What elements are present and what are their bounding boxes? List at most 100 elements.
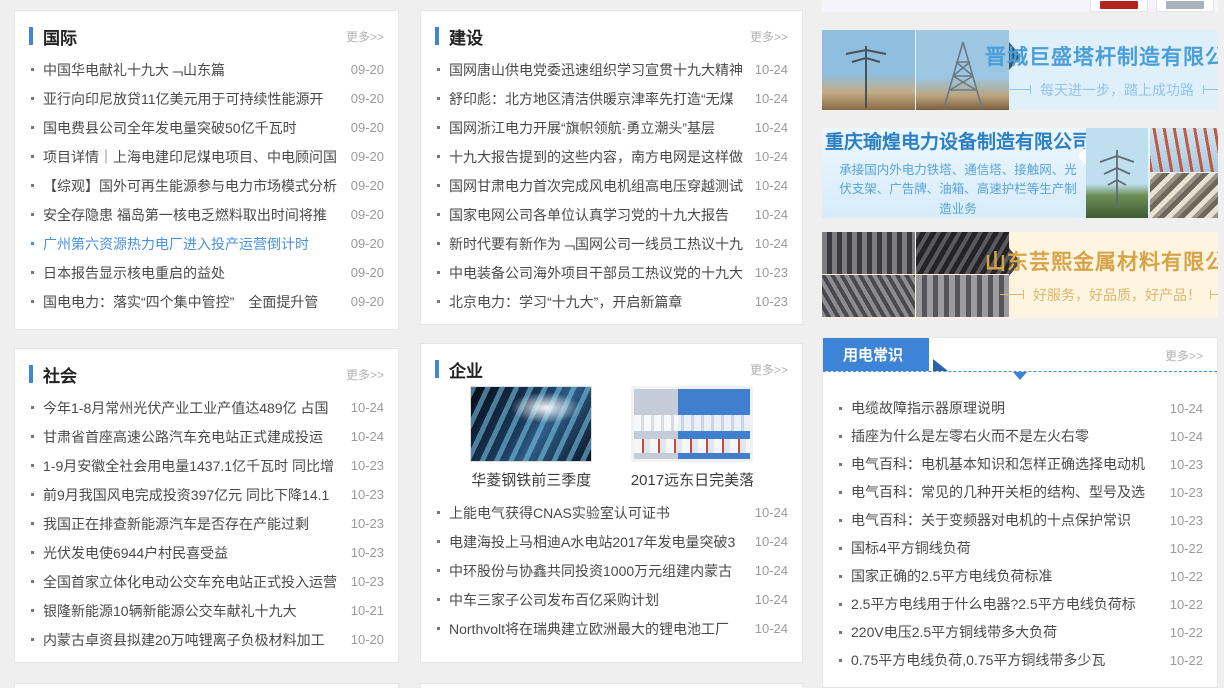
news-item[interactable]: 北京电力：学习“十九大”，开启新篇章10-23 (437, 287, 788, 316)
news-thumbnail-steel (470, 386, 592, 462)
bullet-icon (437, 213, 440, 216)
news-item[interactable]: 国网唐山供电党委迅速组织学习宣贯十九大精神10-24 (437, 55, 788, 84)
news-date: 09-20 (351, 91, 384, 106)
news-item[interactable]: 插座为什么是左零右火而不是左火右零10-24 (839, 422, 1203, 450)
news-title: 安全存隐患 福岛第一核电乏燃料取出时间将推 (43, 205, 341, 225)
news-item[interactable]: 1-9月安徽全社会用电量1437.1亿千瓦时 同比增10-23 (31, 451, 384, 480)
news-item[interactable]: 光伏发电使6944户村民喜受益10-23 (31, 538, 384, 567)
news-item[interactable]: 中车三家子公司发布百亿采购计划10-24 (437, 585, 788, 614)
ad-slogan-text: 好服务，好品质，好产品！ (1033, 285, 1201, 305)
panel-header: 用电常识 更多>> (823, 338, 1217, 384)
news-item[interactable]: 电气百科：电机基本知识和怎样正确选择电动机10-23 (839, 450, 1203, 478)
news-item[interactable]: 国电电力：落实“四个集中管控” 全面提升管 09-20 (31, 287, 384, 316)
news-date: 09-20 (351, 236, 384, 251)
slogan-line-right-icon (1210, 294, 1218, 295)
news-item[interactable]: 甘肃省首座高速公路汽车充电站正式建成投运10-24 (31, 422, 384, 451)
panel-society: 社会 更多>> 今年1-8月常州光伏产业工业产值达489亿 占国10-24甘肃省… (14, 348, 399, 663)
ad-banner-chongqing[interactable]: 重庆瑜煌电力设备制造有限公司 承接国内外电力铁塔、通信塔、接触网、光伏支架、广告… (822, 128, 1218, 218)
accent-bar-icon (435, 360, 439, 378)
news-title: 电缆故障指示器原理说明 (851, 398, 1160, 418)
news-title: 全国首家立体化电动公交车充电站正式投入运营 (43, 572, 341, 592)
ad-banner-shandong[interactable]: 山东芸熙金属材料有限公司 好服务，好品质，好产品！ (822, 232, 1218, 318)
photo-news-row: 华菱钢铁前三季度 2017远东日完美落 (421, 380, 802, 490)
transmission-tower-photo (1086, 128, 1148, 218)
news-date: 10-24 (755, 62, 788, 77)
bullet-icon (437, 598, 440, 601)
news-item[interactable]: 新时代要有新作为﹁国网公司一线员工热议十九10-24 (437, 229, 788, 258)
news-date: 09-20 (351, 294, 384, 309)
bullet-icon (31, 609, 34, 612)
news-item[interactable]: 日本报告显示核电重启的益处09-20 (31, 258, 384, 287)
news-item[interactable]: 0.75平方电线负荷,0.75平方铜线带多少瓦10-22 (839, 646, 1203, 674)
news-item[interactable]: 项目详情｜上海电建印尼煤电项目、中电顾问国09-20 (31, 142, 384, 171)
panel-construction: 建设 更多>> 国网唐山供电党委迅速组织学习宣贯十九大精神10-24舒印彪：北方… (420, 10, 803, 325)
news-title: 电建海投上马相迪A水电站2017年发电量突破3 (449, 532, 745, 552)
knowledge-tab[interactable]: 用电常识 (823, 338, 929, 371)
news-item[interactable]: 全国首家立体化电动公交车充电站正式投入运营10-23 (31, 567, 384, 596)
news-item[interactable]: 亚行向印尼放贷11亿美元用于可持续性能源开09-20 (31, 84, 384, 113)
panel-title: 建设 (449, 24, 483, 49)
news-title: 国电电力：落实“四个集中管控” 全面提升管 (43, 292, 341, 312)
news-date: 10-24 (755, 592, 788, 607)
news-item[interactable]: 内蒙古卓资县拟建20万吨锂离子负极材料加工10-20 (31, 625, 384, 654)
news-date: 10-22 (1170, 597, 1203, 612)
news-title: 2.5平方电线用于什么电器?2.5平方电线负荷标 (851, 594, 1160, 614)
news-item[interactable]: 国电费县公司全年发电量突破50亿千瓦时09-20 (31, 113, 384, 142)
news-item[interactable]: 上能电气获得CNAS实验室认可证书10-24 (437, 498, 788, 527)
bullet-icon (437, 627, 440, 630)
steel-beams-photo (1150, 173, 1218, 218)
more-link[interactable]: 更多>> (1165, 347, 1203, 364)
bullet-icon (437, 155, 440, 158)
news-item[interactable]: 电气百科：关于变频器对电机的十点保护常识10-23 (839, 506, 1203, 534)
news-item[interactable]: 电缆故障指示器原理说明10-24 (839, 394, 1203, 422)
ad-banner-jincheng[interactable]: 晋城巨盛塔杆制造有限公司 每天进一步，踏上成功路 (822, 30, 1218, 110)
news-thumbnail-ceremony (631, 386, 753, 462)
news-item[interactable]: 中电装备公司海外项目干部员工热议党的十九大10-23 (437, 258, 788, 287)
news-item[interactable]: 安全存隐患 福岛第一核电乏燃料取出时间将推09-20 (31, 200, 384, 229)
news-item[interactable]: 舒印彪：北方地区清洁供暖京津率先打造“无煤10-24 (437, 84, 788, 113)
news-item[interactable]: 国家电网公司各单位认真学习党的十九大报告10-24 (437, 200, 788, 229)
news-date: 10-24 (755, 178, 788, 193)
news-item[interactable]: 我国正在排查新能源汽车是否存在产能过剩 10-23 (31, 509, 384, 538)
news-item[interactable]: 国标4平方铜线负荷10-22 (839, 534, 1203, 562)
photo-news-item[interactable]: 华菱钢铁前三季度 (470, 386, 592, 490)
news-item[interactable]: 220V电压2.5平方铜线带多大负荷10-22 (839, 618, 1203, 646)
news-date: 10-23 (351, 516, 384, 531)
bullet-icon (839, 547, 842, 550)
news-title: 插座为什么是左零右火而不是左火右零 (851, 426, 1160, 446)
news-item[interactable]: 【综观】国外可再生能源参与电力市场模式分析09-20 (31, 171, 384, 200)
news-title: 我国正在排查新能源汽车是否存在产能过剩 (43, 514, 341, 534)
news-item[interactable]: 国网甘肃电力首次完成风电机组高电压穿越测试10-24 (437, 171, 788, 200)
news-item[interactable]: 2.5平方电线用于什么电器?2.5平方电线负荷标 10-22 (839, 590, 1203, 618)
news-date: 10-23 (755, 294, 788, 309)
slogan-line-left-icon (1007, 89, 1031, 90)
news-date: 09-20 (351, 265, 384, 280)
news-item[interactable]: 广州第六资源热力电厂进入投产运营倒计时09-20 (31, 229, 384, 258)
photo-news-item[interactable]: 2017远东日完美落 (631, 386, 753, 490)
news-item[interactable]: Northvolt将在瑞典建立欧洲最大的锂电池工厂10-24 (437, 614, 788, 643)
news-item[interactable]: 银隆新能源10辆新能源公交车献礼十九大10-21 (31, 596, 384, 625)
news-item[interactable]: 十九大报告提到的这些内容，南方电网是这样做 10-24 (437, 142, 788, 171)
news-item[interactable]: 电气百科：常见的几种开关柜的结构、型号及选10-23 (839, 478, 1203, 506)
news-item[interactable]: 国家正确的2.5平方电线负荷标准10-22 (839, 562, 1203, 590)
bullet-icon (31, 155, 34, 158)
more-link[interactable]: 更多>> (750, 28, 788, 45)
news-item[interactable]: 中环股份与协鑫共同投资1000万元组建内蒙古10-24 (437, 556, 788, 585)
news-item[interactable]: 今年1-8月常州光伏产业工业产值达489亿 占国10-24 (31, 393, 384, 422)
news-item[interactable]: 前9月我国风电完成投资397亿元 同比下降14.110-23 (31, 480, 384, 509)
bullet-icon (839, 435, 842, 438)
news-title: 今年1-8月常州光伏产业工业产值达489亿 占国 (43, 398, 341, 418)
more-link[interactable]: 更多>> (346, 366, 384, 383)
news-list: 中国华电献礼十九大﹁山东篇09-20亚行向印尼放贷11亿美元用于可持续性能源开0… (15, 55, 398, 316)
news-item[interactable]: 国网浙江电力开展“旗帜领航·勇立潮头”基层10-24 (437, 113, 788, 142)
red-product-image (1100, 1, 1138, 9)
news-item[interactable]: 中国华电献礼十九大﹁山东篇09-20 (31, 55, 384, 84)
news-date: 09-20 (351, 120, 384, 135)
news-item[interactable]: 电建海投上马相迪A水电站2017年发电量突破310-24 (437, 527, 788, 556)
more-link[interactable]: 更多>> (346, 28, 384, 45)
news-date: 10-24 (755, 149, 788, 164)
news-list: 今年1-8月常州光伏产业工业产值达489亿 占国10-24甘肃省首座高速公路汽车… (15, 393, 398, 654)
more-link[interactable]: 更多>> (750, 361, 788, 378)
news-title: 十九大报告提到的这些内容，南方电网是这样做 (449, 147, 745, 167)
news-date: 10-23 (351, 487, 384, 502)
